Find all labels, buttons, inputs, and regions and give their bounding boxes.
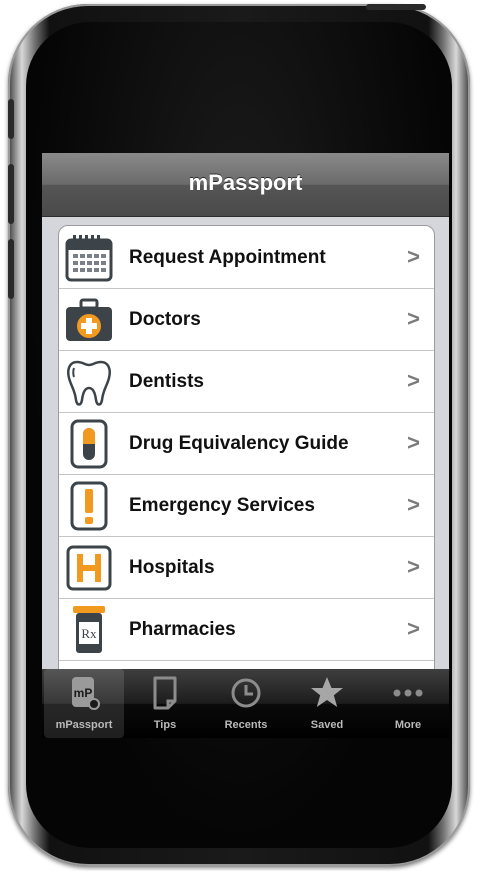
tab-tips[interactable]: Tips <box>125 669 205 738</box>
menu-item-doctors[interactable]: Doctors > <box>59 288 434 351</box>
chevron-right-icon: > <box>407 368 420 393</box>
volume-down-button <box>8 239 14 299</box>
menu-item-label: Pharmacies <box>129 619 236 640</box>
menu-item-label: Dentists <box>129 371 204 392</box>
tab-label: Recents <box>224 719 268 731</box>
mute-switch <box>8 99 14 139</box>
menu-item-pharmacies[interactable]: Rx Pharmacies > <box>59 598 434 661</box>
calendar-icon <box>65 235 113 282</box>
menu-item-drug-equivalency-guide[interactable]: Drug Equivalency Guide > <box>59 412 434 475</box>
page-title: mPassport <box>188 170 303 195</box>
menu-item-request-appointment[interactable]: Request Appointment > <box>59 226 434 289</box>
chevron-right-icon: > <box>407 554 420 579</box>
menu-item-label: Drug Equivalency Guide <box>129 433 349 454</box>
more-dots-icon <box>393 689 423 697</box>
clock-icon <box>231 678 261 708</box>
menu-list: Request Appointment > Doctors > Dentists… <box>58 225 435 677</box>
tab-saved[interactable]: Saved <box>287 669 367 738</box>
chevron-right-icon: > <box>407 492 420 517</box>
medical-kit-icon <box>66 298 112 341</box>
svg-text:Rx: Rx <box>81 626 97 641</box>
exclamation-icon <box>70 481 108 531</box>
menu-item-hospitals[interactable]: Hospitals > <box>59 536 434 599</box>
menu-item-label: Hospitals <box>129 557 215 578</box>
chevron-right-icon: > <box>407 244 420 269</box>
hospital-h-icon <box>66 545 112 591</box>
tab-recents[interactable]: Recents <box>206 669 286 738</box>
menu-item-emergency-services[interactable]: Emergency Services > <box>59 474 434 537</box>
navigation-bar: mPassport <box>42 153 449 217</box>
chevron-right-icon: > <box>407 430 420 455</box>
menu-item-label: Request Appointment <box>129 247 326 268</box>
volume-up-button <box>8 164 14 224</box>
power-button <box>366 4 426 10</box>
tab-bar: mP mPassport Tips Recents Saved More <box>42 669 449 738</box>
menu-item-label: Doctors <box>129 309 201 330</box>
tab-label: More <box>394 719 422 731</box>
mpassport-logo-icon: mP <box>72 677 100 710</box>
tab-mpassport[interactable]: mP mPassport <box>44 669 124 738</box>
pill-icon <box>70 419 108 469</box>
tab-label: mPassport <box>55 719 113 731</box>
svg-text:mP: mP <box>74 686 93 700</box>
tab-label: Tips <box>153 719 177 731</box>
chevron-right-icon: > <box>407 616 420 641</box>
document-icon <box>153 676 177 710</box>
tooth-icon <box>67 360 111 406</box>
tab-label: Saved <box>310 719 344 731</box>
prescription-bottle-icon: Rx <box>73 606 105 653</box>
menu-item-dentists[interactable]: Dentists > <box>59 350 434 413</box>
menu-item-label: Emergency Services <box>129 495 315 516</box>
chevron-right-icon: > <box>407 306 420 331</box>
app-screen: mPassport Request Appointment > Doctors … <box>42 153 449 738</box>
tab-more[interactable]: More <box>368 669 448 738</box>
star-icon <box>311 677 343 707</box>
